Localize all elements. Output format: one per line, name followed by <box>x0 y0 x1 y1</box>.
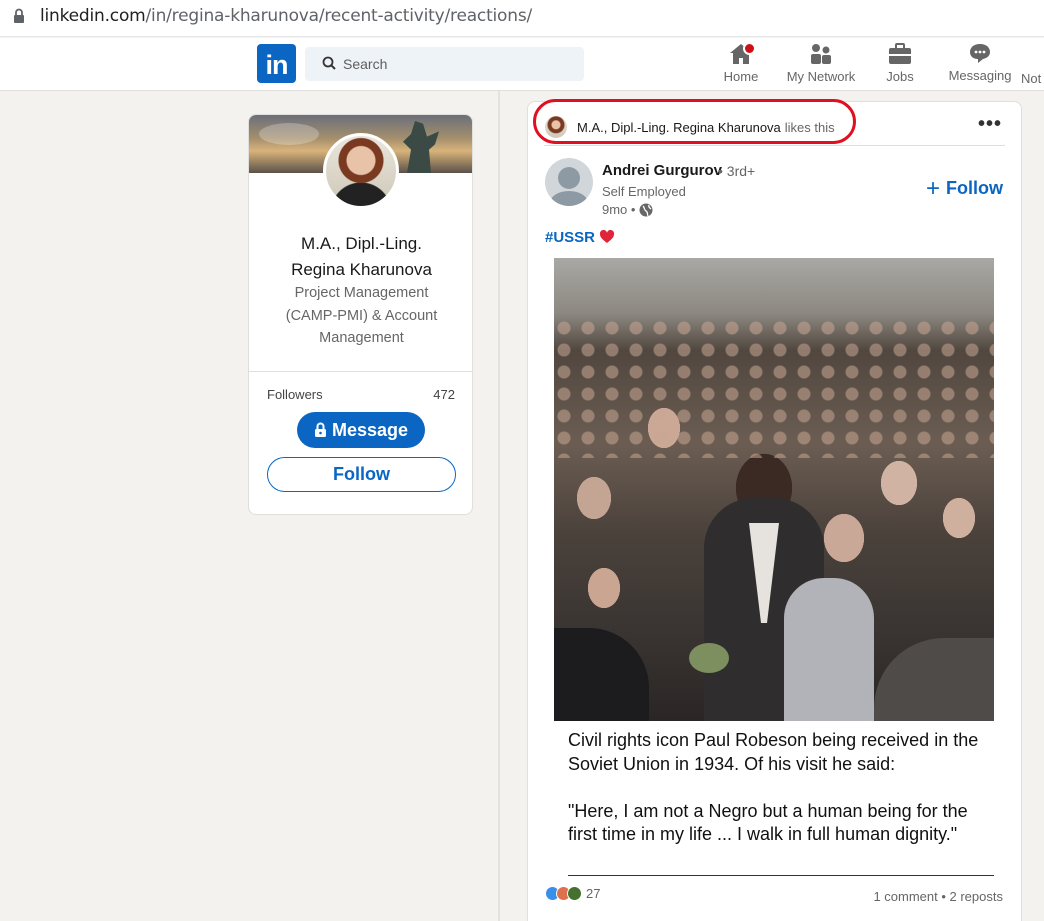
comments-reposts-count[interactable]: 1 comment • 2 reposts <box>873 889 1003 904</box>
nav-messaging-label: Messaging <box>948 68 1012 83</box>
followers-label: Followers <box>267 387 323 402</box>
messaging-icon <box>970 44 990 63</box>
message-button-label: Message <box>331 419 409 440</box>
hashtag-link[interactable]: #USSR <box>545 229 595 246</box>
nav-notifications[interactable]: Not <box>1021 71 1044 86</box>
nav-jobs[interactable]: Jobs <box>883 42 917 84</box>
follow-profile-button[interactable]: Follow <box>267 457 456 492</box>
nav-home-label: Home <box>723 69 759 84</box>
profile-card: M.A., Dipl.-Ling. Regina Kharunova Proje… <box>248 114 473 515</box>
reactions-summary[interactable]: 27 <box>545 886 600 901</box>
more-options-icon[interactable]: ••• <box>978 114 1002 134</box>
message-button[interactable]: Message <box>297 412 425 448</box>
network-icon <box>811 44 831 64</box>
author-name[interactable]: Andrei Gurgurov <box>602 162 722 179</box>
nav-jobs-label: Jobs <box>886 69 914 84</box>
nav-home[interactable]: Home <box>721 42 761 84</box>
author-title: Self Employed <box>602 184 686 199</box>
url-domain: linkedin.com <box>40 6 146 26</box>
author-avatar[interactable] <box>545 158 593 206</box>
support-reaction-icon <box>567 886 582 901</box>
follow-author-label: Follow <box>946 178 1003 198</box>
globe-icon <box>639 203 653 216</box>
url-path: /in/regina-kharunova/recent-activity/rea… <box>145 6 533 26</box>
notification-badge <box>743 42 756 55</box>
heart-icon <box>599 229 615 243</box>
divider <box>568 875 994 876</box>
post-image[interactable] <box>554 258 994 721</box>
profile-avatar[interactable] <box>323 133 399 209</box>
search-icon <box>322 56 336 70</box>
nav-messaging[interactable]: Messaging <box>947 41 1013 83</box>
jobs-icon <box>889 43 911 64</box>
followers-count: 472 <box>433 387 455 402</box>
top-navigation: in Home My Network Jobs Me <box>0 38 1044 91</box>
plus-icon: + <box>925 174 940 202</box>
feed-post-card: M.A., Dipl.-Ling. Regina Kharunova likes… <box>527 101 1022 921</box>
search-box[interactable] <box>305 47 584 81</box>
lock-icon <box>14 8 24 23</box>
profile-headline: Project Management (CAMP-PMI) & Account … <box>285 285 438 346</box>
divider <box>544 145 1005 146</box>
post-timestamp: 9mo • <box>602 202 653 217</box>
browser-url-bar[interactable]: linkedin.com/in/regina-kharunova/recent-… <box>0 0 1044 37</box>
lock-icon <box>314 422 326 437</box>
divider <box>249 371 472 372</box>
highlight-annotation <box>533 99 856 144</box>
profile-name-line1: M.A., Dipl.-Ling. <box>301 234 422 253</box>
nav-notifications-label: Not <box>1021 71 1042 86</box>
reaction-count: 27 <box>586 886 601 901</box>
post-time-text: 9mo • <box>602 202 636 217</box>
post-image-caption: Civil rights icon Paul Robeson being rec… <box>568 730 979 844</box>
search-input[interactable] <box>343 47 573 81</box>
url-text[interactable]: linkedin.com/in/regina-kharunova/recent-… <box>40 6 532 26</box>
column-divider <box>498 91 500 921</box>
nav-my-network[interactable]: My Network <box>782 42 860 84</box>
profile-name-line2: Regina Kharunova <box>291 260 432 279</box>
profile-name[interactable]: M.A., Dipl.-Ling. Regina Kharunova <box>249 231 472 283</box>
follow-author-button[interactable]: + Follow <box>925 174 1003 202</box>
nav-my-network-label: My Network <box>786 69 856 84</box>
linkedin-logo[interactable]: in <box>257 44 296 83</box>
connection-degree: • 3rd+ <box>718 163 756 179</box>
